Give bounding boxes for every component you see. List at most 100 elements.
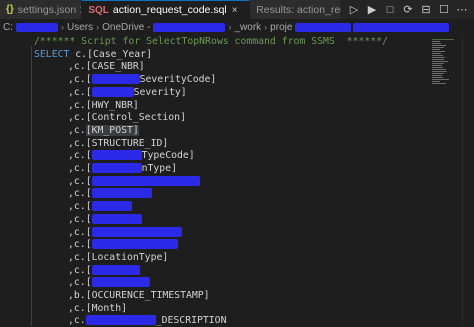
minimap-line [432,77,443,78]
code-line[interactable]: ,c.[TypeCode] [0,149,195,162]
redaction [16,22,58,32]
redaction [91,264,140,275]
minimap[interactable] [430,35,460,95]
code-line[interactable]: ,c.[HWY_NBR] [0,99,139,112]
code-line[interactable]: ,b.[OCCURENCE_TIMESTAMP] [0,289,210,302]
redaction [91,213,142,224]
redaction [91,277,150,288]
json-file-icon: {} [6,4,14,15]
code-line[interactable]: ,c.[KM_POST] [0,124,139,137]
minimap-line [432,49,440,50]
stop-icon[interactable]: □ [384,4,396,16]
code-line[interactable]: ,c.[ [0,213,142,226]
minimap-line [432,83,446,84]
column-name: [HWY_NBR] [85,99,139,111]
code-line[interactable]: SELECT c.[Case_Year] [0,48,152,61]
code-line[interactable]: /****** Script for SelectTopNRows comman… [0,35,388,48]
editor-actions: ▷ ▶ □ ⟳ ⊟ ☐ ⋯ [342,0,474,19]
table-alias: ,c. [68,264,86,276]
redaction [153,22,226,32]
column-name: [Month] [85,302,127,314]
column-name: [OCCURENCE_TIMESTAMP] [85,290,210,301]
breadcrumb-item[interactable]: Users [67,22,93,33]
minimap-line [432,57,445,58]
chevron-right-icon: › [264,22,268,32]
breadcrumb-item[interactable]: C: [3,22,13,33]
column-name: [ [85,213,92,225]
breadcrumb-item[interactable]: _work [234,22,261,33]
redaction [91,74,140,85]
code-line[interactable]: ,c.[ [0,238,178,251]
tab-2[interactable]: SQL action_request_code.sql × [82,0,251,19]
breadcrumb-item[interactable]: OneDrive - [102,22,150,33]
split-editor-icon[interactable]: ⊟ [420,3,432,16]
code-line[interactable]: ,c.[ [0,187,152,200]
redaction [91,188,152,199]
refresh-icon[interactable]: ⟳ [402,3,414,16]
column-name: [ [85,239,92,251]
table-alias: ,c. [68,137,86,149]
code-line[interactable]: ,c.[ [0,264,140,277]
sql-keyword: SELECT [34,48,70,60]
tab-1[interactable]: {} settings.json 1 [0,0,83,19]
column-name-tail: nType] [141,163,177,174]
code-line[interactable]: ,c.[STRUCTURE_ID] [0,137,168,150]
table-alias: ,b. [68,290,86,301]
layout-icon[interactable]: ☐ [438,3,450,16]
minimap-line [432,53,441,54]
chevron-right-icon: › [61,22,64,32]
run-icon[interactable]: ▷ [348,3,360,16]
column-name: [KM_POST] [85,124,139,136]
table-alias: ,c. [68,302,86,314]
code-line[interactable]: ,c. _DESCRIPTION [0,314,226,327]
code-line[interactable]: ,c.[Control_Section] [0,111,186,124]
code-line[interactable]: ,c.[ [0,200,132,213]
code-line[interactable]: ,c.[Severity] [0,86,187,99]
table-alias: ,c. [68,213,86,225]
minimap-line [432,79,449,80]
column-name: [ [85,188,92,200]
more-icon[interactable]: ⋯ [456,3,468,16]
run-all-icon[interactable]: ▶ [366,3,378,16]
redaction [85,315,156,326]
vertical-scrollbar[interactable] [462,35,474,325]
redaction [91,201,132,212]
redaction [295,22,352,32]
sql-comment: /****** Script for SelectTopNRows comman… [34,36,388,47]
minimap-line [432,43,441,44]
tab-label: Results: action_requ [256,3,341,16]
code-line[interactable]: ,c.[CASE_NBR] [0,60,145,73]
code-line[interactable]: ,c.[nType] [0,162,177,175]
close-icon[interactable]: × [232,5,238,16]
column-name-tail: Severity] [133,86,187,98]
minimap-line [432,63,444,64]
column-name: [Case_Year] [87,48,152,60]
tab-3[interactable]: Results: action_requ [250,0,343,19]
code-line[interactable]: ,c.[ [0,175,200,188]
breadcrumb-item[interactable]: proje [270,22,292,33]
column-name-tail: SeverityCode] [139,74,217,86]
code-line[interactable]: ,c.[SeverityCode] [0,73,216,86]
chevron-right-icon: › [228,22,232,32]
redaction [353,22,450,32]
tab-label: action_request_code.sql [112,4,227,16]
minimap-line [432,75,442,76]
code-editor[interactable]: /****** Script for SelectTopNRows comman… [0,35,430,327]
code-line[interactable]: ,c.[Month] [0,302,127,315]
code-line[interactable]: ,c.[ [0,226,182,239]
code-line[interactable]: ,c.[ [0,276,150,289]
redaction [91,175,200,186]
column-name: [STRUCTURE_ID] [85,137,169,149]
redaction [91,163,142,173]
minimap-line [432,47,444,48]
code-line[interactable]: ,c.[LocationType] [0,251,168,264]
